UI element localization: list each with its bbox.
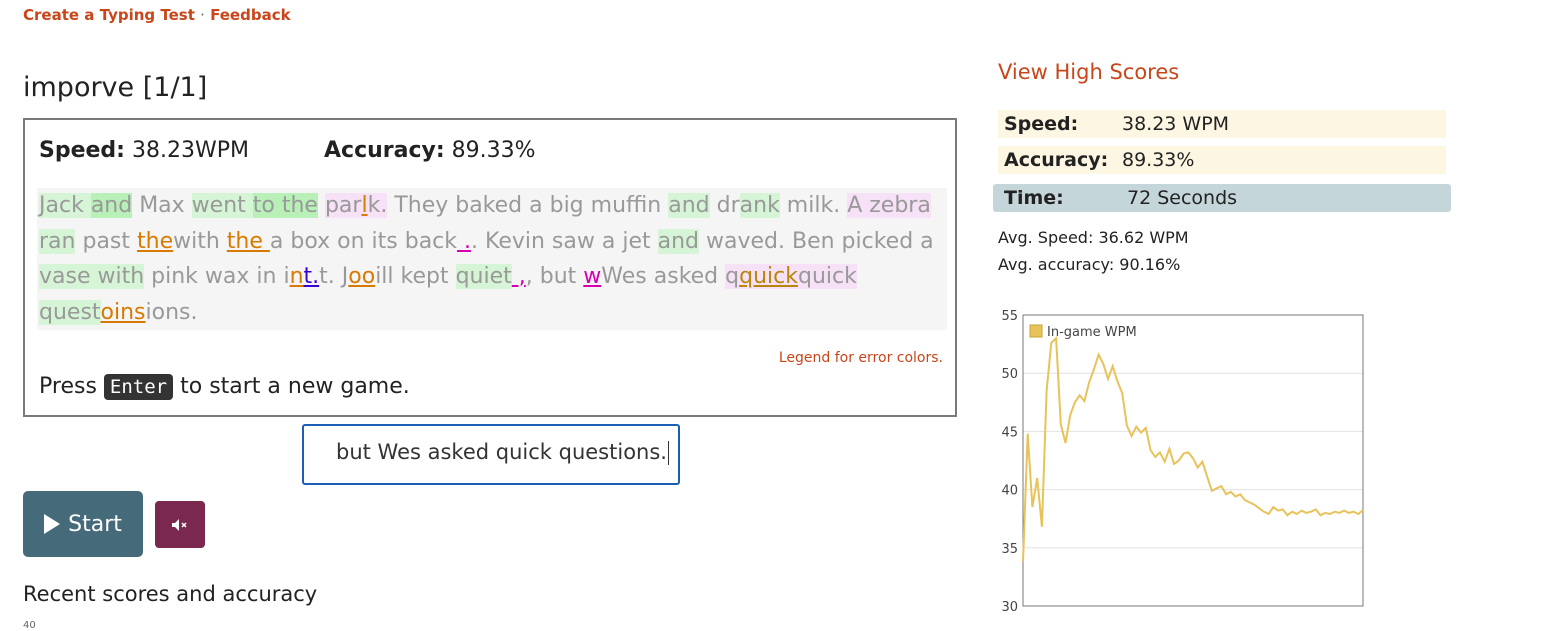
press-enter-hint: Press Enter to start a new game. — [39, 374, 410, 400]
typing-input[interactable]: but Wes asked quick questions. — [302, 424, 680, 485]
link-separator: · — [200, 6, 205, 24]
y-tick-label: 50 — [1001, 367, 1018, 382]
series-line-in-game-wpm — [1022, 336, 1364, 562]
legend-error-colors-link[interactable]: Legend for error colors. — [779, 350, 943, 366]
y-tick-label: 45 — [1001, 425, 1018, 440]
view-high-scores-link[interactable]: View High Scores — [998, 60, 1179, 84]
sidebar-accuracy-label: Accuracy: — [1004, 149, 1109, 171]
accuracy-label: Accuracy: — [324, 138, 445, 163]
sidebar-speed-row: Speed: 38.23 WPM — [998, 110, 1446, 138]
plot-frame — [1022, 314, 1364, 607]
avg-accuracy: Avg. accuracy: 90.16% — [998, 255, 1181, 274]
recent-chart-tick: 40 — [23, 620, 36, 631]
game-title: imporve [1/1] — [23, 72, 208, 103]
game-panel: Speed: 38.23WPM Accuracy: 89.33% Jack an… — [23, 118, 957, 417]
typing-text: Jack and Max went to the parlk. They bak… — [37, 188, 947, 330]
y-tick-label: 30 — [1001, 600, 1018, 615]
avg-speed: Avg. Speed: 36.62 WPM — [998, 228, 1189, 247]
accuracy-stat: Accuracy: 89.33% — [324, 138, 536, 163]
create-typing-test-link[interactable]: Create a Typing Test — [23, 6, 195, 24]
y-tick-label: 40 — [1001, 484, 1018, 499]
y-tick-label: 35 — [1001, 542, 1018, 557]
sidebar-time-value: 72 Seconds — [1127, 187, 1238, 209]
sidebar-speed-label: Speed: — [1004, 113, 1079, 135]
sidebar-time-label: Time: — [1004, 187, 1064, 209]
y-tick-label: 55 — [1001, 309, 1018, 324]
recent-scores-heading: Recent scores and accuracy — [23, 582, 318, 606]
start-button[interactable]: Start — [23, 491, 143, 557]
feedback-link[interactable]: Feedback — [210, 6, 290, 24]
text-caret — [667, 441, 669, 465]
sidebar-time-row: Time: 72 Seconds — [993, 184, 1451, 212]
speed-label: Speed: — [39, 138, 125, 163]
wpm-chart: 55 50 45 40 35 30 In-game WPM — [1001, 309, 1364, 615]
speed-stat: Speed: 38.23WPM — [39, 138, 249, 163]
legend-swatch — [1029, 324, 1043, 338]
speed-value: 38.23WPM — [131, 138, 249, 163]
start-label: Start — [68, 511, 122, 537]
mute-icon — [172, 518, 187, 531]
accuracy-value: 89.33% — [451, 138, 536, 163]
mute-button[interactable] — [155, 501, 205, 548]
typing-input-value: but Wes asked quick questions. — [336, 440, 667, 464]
play-icon — [44, 514, 61, 534]
press-after-text: to start a new game. — [180, 374, 410, 399]
sidebar-speed-value: 38.23 WPM — [1122, 113, 1230, 135]
sidebar-accuracy-row: Accuracy: 89.33% — [998, 146, 1446, 174]
press-text: Press — [39, 374, 97, 399]
top-links: Create a Typing Test · Feedback — [23, 6, 291, 24]
sidebar-accuracy-value: 89.33% — [1122, 149, 1195, 171]
legend-label: In-game WPM — [1047, 325, 1137, 340]
enter-key: Enter — [103, 374, 174, 400]
